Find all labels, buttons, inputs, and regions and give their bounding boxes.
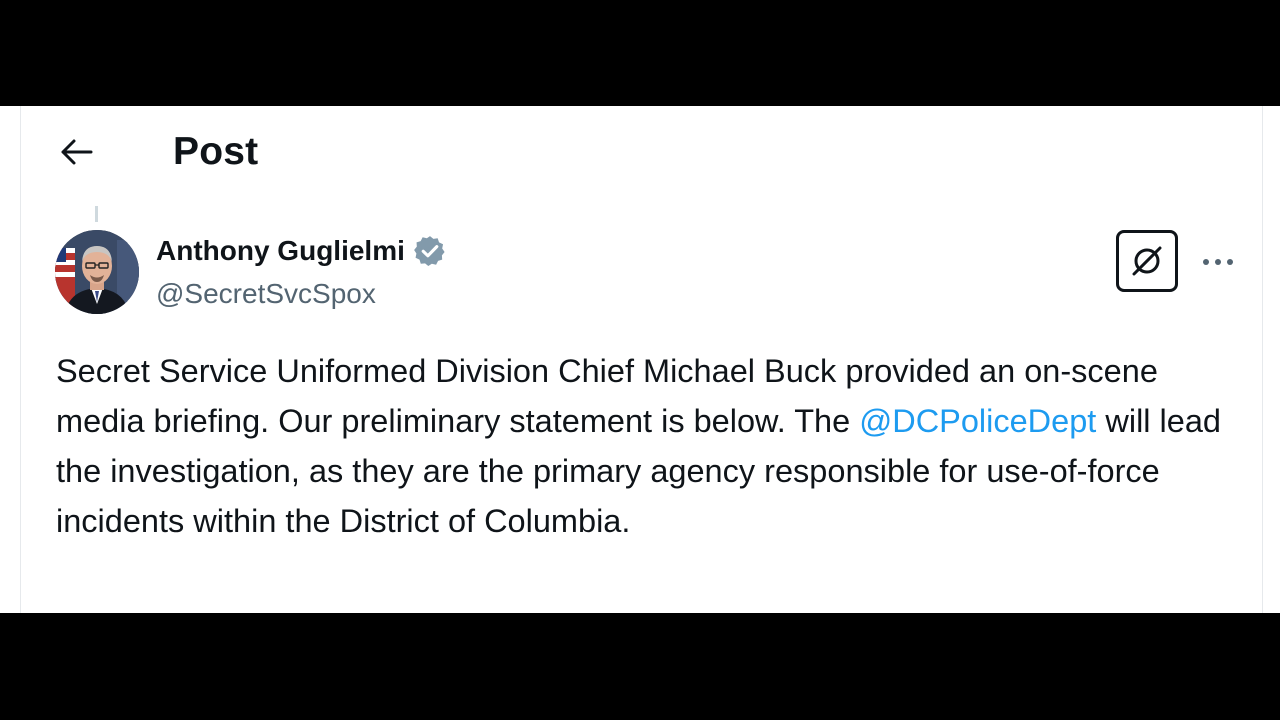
avatar[interactable] [55,230,139,314]
grok-button[interactable] [1116,230,1178,292]
letterbox-bottom [0,613,1280,720]
letterbox-top [0,0,1280,106]
author-name-text: Anthony Guglielmi [156,235,405,266]
mention-link[interactable]: @DCPoliceDept [859,403,1096,439]
frame-border-left [20,106,21,613]
author-name[interactable]: Anthony Guglielmi [156,234,447,268]
page-title: Post [173,130,259,173]
thread-connector-line [95,206,98,222]
frame-border-right [1262,106,1263,613]
post-text: Secret Service Uniformed Division Chief … [56,346,1236,546]
more-options-icon [1203,259,1233,265]
more-options-button[interactable] [1196,244,1240,280]
post-view: Post Anthony Guglielmi @SecretSvcSpox Se… [0,106,1280,613]
grok-icon [1132,246,1162,276]
avatar-image [55,230,139,314]
arrow-left-icon [61,139,93,165]
author-handle[interactable]: @SecretSvcSpox [156,278,376,310]
back-button[interactable] [54,132,98,172]
verified-badge-icon [414,236,445,267]
